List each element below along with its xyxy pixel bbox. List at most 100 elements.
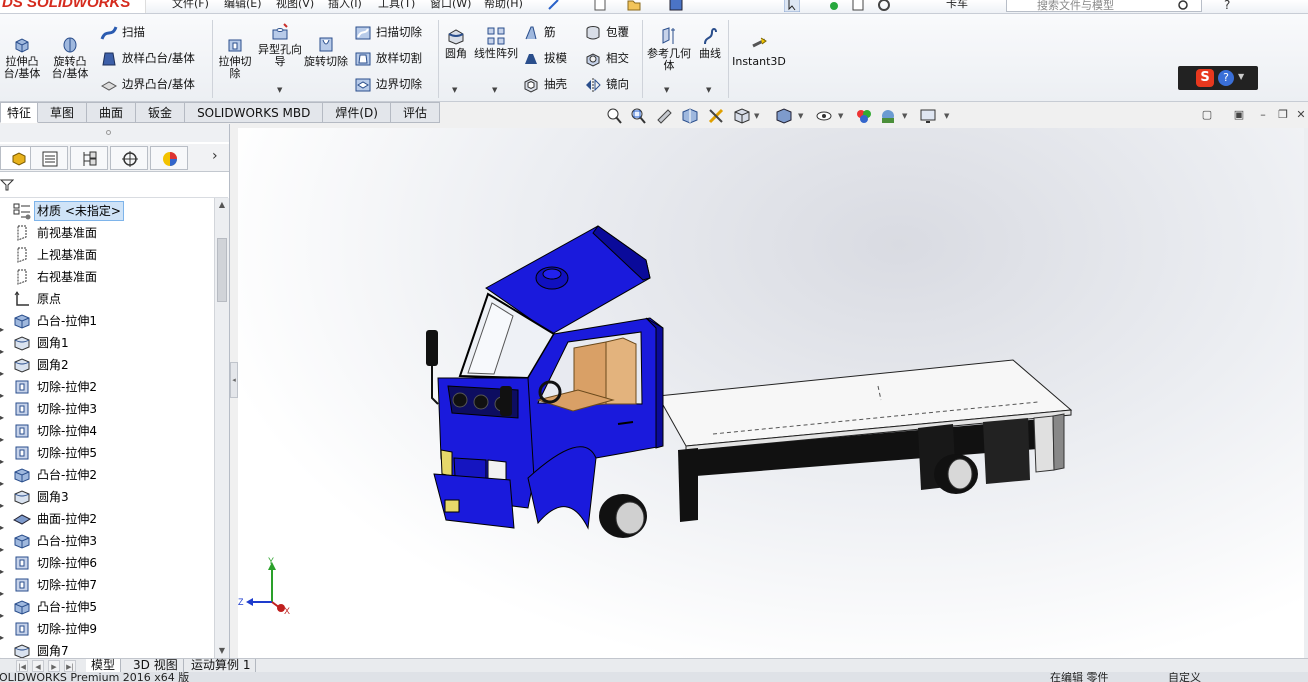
intersect-button[interactable]: 相交 [584,48,629,68]
panel-grip[interactable] [0,124,229,142]
boundary-boss-button[interactable]: 边界凸台/基体 [100,74,195,94]
options-gear-icon[interactable] [876,0,892,12]
reference-geometry-button[interactable]: 参考几何体 [646,26,692,72]
linear-pattern-button[interactable]: 线性阵列 [474,26,518,60]
tree-item[interactable]: 材质 <未指定> [0,200,214,222]
tree-item[interactable]: ▸ 切除-拉伸5 [0,442,214,466]
tree-item[interactable]: ▸ 切除-拉伸3 [0,398,214,422]
tab-sheet-metal[interactable]: 钣金 [136,102,186,123]
tree-item[interactable]: ▸ 圆角1 [0,332,214,356]
tab-mbd[interactable]: SOLIDWORKS MBD [185,102,324,123]
scroll-thumb[interactable] [217,238,227,302]
minimize-pane-icon[interactable]: – [1256,108,1270,122]
shell-button[interactable]: 抽壳 [522,74,567,94]
tree-item[interactable]: ▸ 切除-拉伸9 [0,618,214,642]
wrap-button[interactable]: 包覆 [584,22,629,42]
revolve-cut-button[interactable]: 旋转切除 [304,34,348,68]
file-properties-icon[interactable] [850,0,866,12]
menu-tools[interactable]: 工具(T) [378,0,415,11]
previous-view-icon[interactable] [654,106,674,126]
section-view-icon[interactable] [680,106,700,126]
swept-cut-button[interactable]: 扫描切除 [354,22,422,42]
tab-model[interactable]: 模型 [86,659,122,673]
tree-item[interactable]: ▸ 凸台-拉伸1 [0,310,214,334]
hide-show-dropdown-icon[interactable]: ▼ [838,112,843,120]
menu-edit[interactable]: 编辑(E) [224,0,262,11]
tile-pane-icon[interactable]: ▣ [1232,108,1246,122]
panel-more-chevron-icon[interactable]: › [212,148,218,164]
mirror-button[interactable]: 镜向 [584,74,629,94]
view-settings-icon[interactable] [918,106,938,126]
tree-item[interactable]: ▸ 凸台-拉伸2 [0,464,214,488]
tab-configuration-manager[interactable] [70,146,108,170]
tab-property-manager[interactable] [30,146,68,170]
tree-item[interactable]: 原点 [0,288,214,310]
tree-item[interactable]: ▸ 曲面-拉伸2 [0,508,214,532]
select-arrow-icon[interactable] [784,0,800,12]
tab-features[interactable]: 特征 [0,102,39,123]
tree-filter-row[interactable] [0,172,228,198]
tree-item[interactable]: ▸圆角7 [0,640,214,660]
zoom-to-area-icon[interactable] [628,106,648,126]
tab-3d-views[interactable]: 3D 视图 [128,659,184,673]
loft-boss-button[interactable]: 放样凸台/基体 [100,48,195,68]
new-file-icon[interactable] [592,0,608,12]
tree-item[interactable]: 前视基准面 [0,222,214,244]
linear-pattern-dropdown-icon[interactable]: ▼ [492,86,497,94]
graphics-viewport[interactable]: Y Z X [238,128,1304,658]
hole-wizard-dropdown-icon[interactable]: ▼ [277,86,282,94]
display-style-dropdown-icon[interactable]: ▼ [798,112,803,120]
first-tab-icon[interactable]: |◀ [16,660,28,672]
rebuild-icon[interactable] [826,0,842,12]
fillet-dropdown-icon[interactable]: ▼ [452,86,457,94]
scroll-down-icon[interactable]: ▼ [215,644,229,658]
filter-icon[interactable] [0,178,14,192]
boundary-cut-button[interactable]: 边界切除 [354,74,422,94]
menu-insert[interactable]: 插入(I) [328,0,362,11]
save-icon[interactable] [668,0,684,12]
revolve-boss-button[interactable]: 旋转凸台/基体 [48,34,92,80]
tree-item[interactable]: ▸ 圆角2 [0,354,214,378]
curves-dropdown-icon[interactable]: ▼ [706,86,711,94]
ime-help-icon[interactable]: ? [1218,70,1234,86]
menu-window[interactable]: 窗口(W) [430,0,471,11]
apply-scene-dropdown-icon[interactable]: ▼ [902,112,907,120]
zoom-to-fit-icon[interactable] [604,106,624,126]
view-orientation-dropdown-icon[interactable]: ▼ [754,112,759,120]
view-orientation-icon[interactable] [732,106,752,126]
tree-item[interactable]: ▸ 切除-拉伸2 [0,376,214,400]
lofted-cut-button[interactable]: 放样切割 [354,48,422,68]
restore-pane-icon[interactable]: ▢ [1200,108,1214,122]
tab-dimxpert-manager[interactable] [110,146,148,170]
tree-scrollbar[interactable]: ▲ ▼ [214,198,229,658]
hide-show-items-icon[interactable] [814,106,834,126]
tab-display-manager[interactable] [150,146,188,170]
menu-help[interactable]: 帮助(H) [484,0,523,11]
pin-icon[interactable] [546,0,562,12]
hole-wizard-button[interactable]: 异型孔向导 [258,22,302,68]
menu-view[interactable]: 视图(V) [276,0,314,11]
menu-file[interactable]: 文件(F) [172,0,209,11]
tab-surfaces[interactable]: 曲面 [87,102,137,123]
tree-item[interactable]: ▸ 凸台-拉伸3 [0,530,214,554]
tree-item[interactable]: ▸ 圆角3 [0,486,214,510]
truck-model[interactable] [238,128,1304,658]
tree-item[interactable]: ▸ 切除-拉伸4 [0,420,214,444]
search-icon[interactable] [1176,0,1192,12]
prev-tab-icon[interactable]: ◀ [32,660,44,672]
apply-scene-icon[interactable] [878,106,898,126]
tab-evaluate[interactable]: 评估 [390,102,440,123]
sweep-button[interactable]: 扫描 [100,22,145,42]
view-settings-dropdown-icon[interactable]: ▼ [944,112,949,120]
tab-motion-study[interactable]: 运动算例 1 [186,659,257,673]
edit-appearance-icon[interactable] [854,106,874,126]
panel-collapse-handle[interactable]: ◂ [230,362,238,398]
search-input[interactable]: 搜索文件与模型 [1006,0,1202,12]
solidworks-logo[interactable]: DS SOLIDWORKS [0,0,146,13]
status-units[interactable]: 自定义 [1168,672,1201,682]
maximize-pane-icon[interactable]: ❐ [1276,108,1290,122]
rib-button[interactable]: 筋 [522,22,556,42]
tree-item[interactable]: ▸ 切除-拉伸7 [0,574,214,598]
last-tab-icon[interactable]: ▶| [64,660,76,672]
draft-button[interactable]: 拔模 [522,48,567,68]
